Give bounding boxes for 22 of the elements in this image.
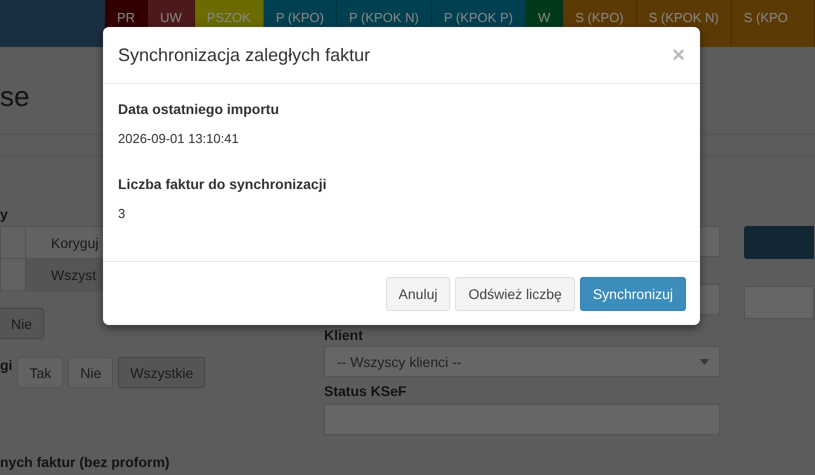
sync-button[interactable]: Synchronizuj	[580, 277, 686, 311]
toggle-button[interactable]: Nie	[68, 357, 114, 388]
field-value: 2026-09-01 13:10:41	[118, 131, 240, 146]
toggle-button[interactable]: Nie	[0, 308, 44, 339]
field-label: gi	[0, 357, 12, 375]
dialog-title: Synchronizacja zaległych faktur	[118, 44, 370, 66]
primary-button[interactable]	[744, 226, 814, 259]
section-label: nych faktur (bez proform)	[0, 454, 170, 472]
dialog-button[interactable]: Odśwież liczbę	[455, 277, 575, 311]
toggle-button[interactable]: Wszystkie	[118, 357, 206, 388]
field-label: Status KSeF	[324, 383, 406, 401]
dialog-button[interactable]: Anuluj	[386, 277, 450, 311]
nav-tab[interactable]: S (KPO	[732, 0, 815, 47]
field-label: y	[0, 206, 8, 224]
field-label: Data ostatniego importu	[118, 101, 280, 117]
field-label: Liczba faktur do synchronizacji	[118, 176, 328, 192]
field-label: Klient	[324, 327, 363, 345]
client-select[interactable]: -- Wszyscy klienci --	[324, 346, 720, 377]
field-value: 3	[118, 206, 126, 221]
page-heading: se	[0, 80, 30, 112]
caret-icon	[700, 358, 709, 364]
toggle-button[interactable]: Tak	[17, 357, 64, 388]
